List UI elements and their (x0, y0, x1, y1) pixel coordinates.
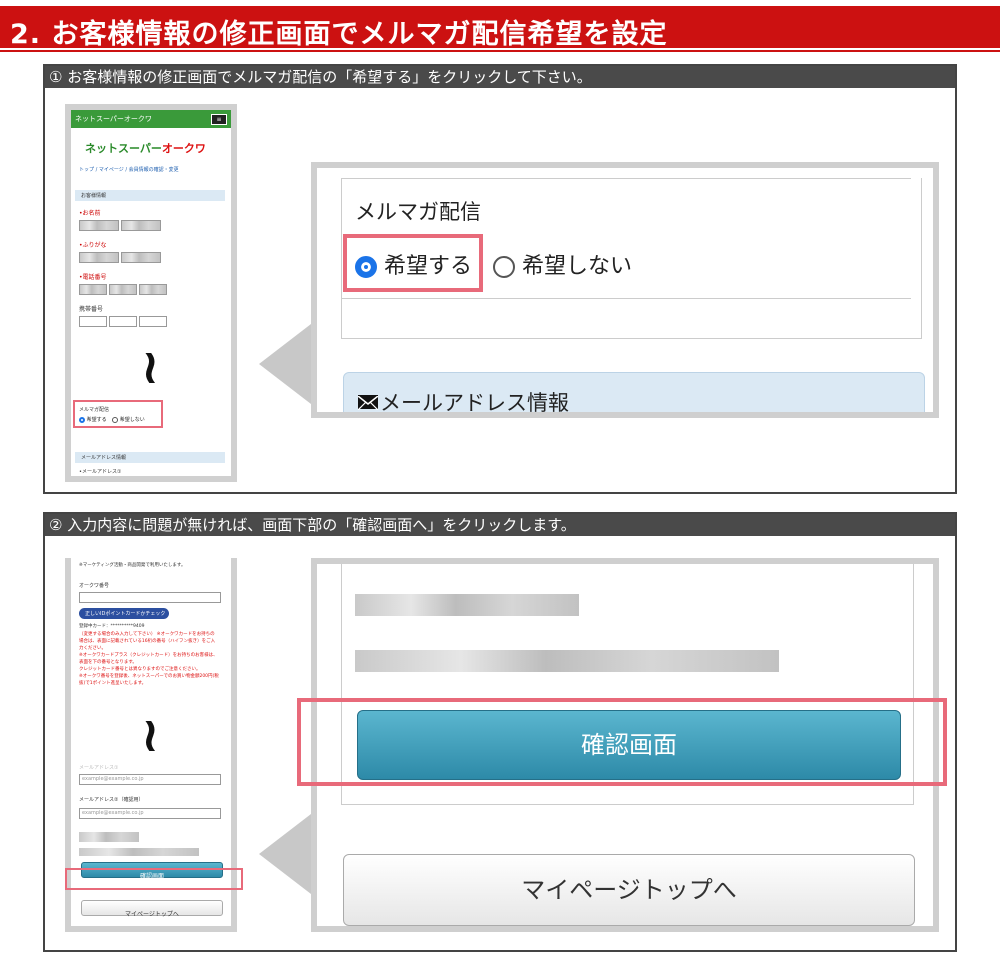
customer-section-header: お客様情報 (75, 190, 225, 201)
mail-section-title: メールアドレス情報 (81, 455, 127, 461)
header-underline (0, 50, 1000, 52)
step2-callout-arrow (259, 814, 311, 894)
step1-panel: ① お客様情報の修正画面でメルマガ配信の「希望する」をクリックして下さい。 ネッ… (43, 64, 957, 494)
registered-card: 登録中カード：**********9409 (79, 624, 145, 629)
mail1-field[interactable]: example@example.co.jp (79, 774, 221, 785)
name-field-1[interactable] (79, 220, 119, 231)
mypage-button-label: マイページトップへ (125, 911, 179, 918)
omission-squiggle: ~ (123, 715, 180, 757)
card-notes: （変更する場合のみ入力して下さい） ※オークワカードをお持ちの場合は、表面に記載… (79, 631, 219, 687)
customer-section-title: お客様情報 (81, 193, 107, 199)
blurred-info-1 (79, 832, 139, 842)
omission-squiggle: ~ (123, 347, 180, 389)
label-card: オークワ番号 (79, 583, 110, 589)
step1-callout-arrow (259, 324, 311, 404)
zoom-mypage-button[interactable]: マイページトップへ (343, 854, 915, 926)
label-mail1: •メールアドレス① (79, 469, 122, 475)
mobile-field-2[interactable] (109, 316, 137, 327)
mail-section-header: メールアドレス情報 (75, 452, 225, 463)
card-field[interactable] (79, 592, 221, 603)
zoom-radio-no-icon[interactable] (493, 256, 516, 278)
card-check-label: 正しいIDポイントカードかチェック (85, 611, 166, 617)
page-title: 2. お客様情報の修正画面でメルマガ配信希望を設定 (10, 19, 668, 50)
phone-header-title: ネットスーパーオークワ (75, 115, 152, 123)
label-name: •お名前 (79, 210, 101, 217)
label-kana: •ふりがな (79, 242, 107, 249)
step1-zoom-panel: メルマガ配信 希望する 希望しない メールアドレス情報 (311, 162, 939, 418)
zoom-blurred-info-1 (355, 594, 579, 616)
label-mail1: メールアドレス① (79, 765, 119, 771)
card-note-4: ※オークワ番号を登録後、ネットスーパーでのお買い物金額200円(税抜)で1ポイン… (79, 674, 219, 686)
logo-part1: ネットスーパー (85, 142, 162, 155)
phone-field-3[interactable] (139, 284, 167, 295)
zoom-mailmag-options: 希望する 希望しない (355, 248, 632, 280)
zoom-form-bottom (341, 338, 922, 339)
envelope-icon (357, 395, 379, 411)
mypage-button[interactable]: マイページトップへ (81, 900, 223, 918)
phone-field-2[interactable] (109, 284, 137, 295)
zoom-opt-yes[interactable]: 希望する (384, 254, 472, 279)
name-field-2[interactable] (121, 220, 161, 231)
top-note: ※マーケティング活動・商品開発で利用いたします。 (79, 563, 186, 568)
mail2-field[interactable]: example@example.co.jp (79, 808, 221, 819)
step1-instruction: ① お客様情報の修正画面でメルマガ配信の「希望する」をクリックして下さい。 (45, 66, 955, 88)
label-mail2: メールアドレス②（確認用） (79, 797, 144, 803)
zoom-radio-yes-icon[interactable] (355, 256, 377, 278)
page-header: 2. お客様情報の修正画面でメルマガ配信希望を設定 (0, 6, 1000, 50)
mail1-placeholder: example@example.co.jp (82, 776, 144, 782)
card-note-1: （変更する場合のみ入力して下さい） ※オークワカードをお持ちの場合は、表面に記載… (79, 632, 216, 651)
zoom-mypage-label: マイページトップへ (521, 876, 737, 904)
zoom-confirm-highlight (297, 698, 947, 786)
blurred-info-2 (79, 848, 199, 856)
kana-field-1[interactable] (79, 252, 119, 263)
label-phone: •電話番号 (79, 274, 107, 281)
confirm-highlight (65, 868, 243, 890)
zoom-options-divider (341, 298, 911, 299)
step2-panel: ② 入力内容に問題が無ければ、画面下部の「確認画面へ」をクリックします。 ※マー… (43, 512, 957, 952)
kana-field-2[interactable] (121, 252, 161, 263)
mailmag-highlight (73, 400, 163, 428)
step2-instruction: ② 入力内容に問題が無ければ、画面下部の「確認画面へ」をクリックします。 (45, 514, 955, 536)
card-check-button[interactable]: 正しいIDポイントカードかチェック (79, 608, 169, 619)
zoom-form-right-border (921, 178, 922, 338)
mobile-field-1[interactable] (79, 316, 107, 327)
phone-field-1[interactable] (79, 284, 107, 295)
mail2-placeholder: example@example.co.jp (82, 810, 144, 816)
zoom-mail-section: メールアドレス情報 (343, 372, 925, 415)
step1-phone-mockup: ネットスーパーオークワ ≡ ネットスーパーオークワ トップ / マイページ / … (65, 104, 237, 482)
zoom-mail-section-title: メールアドレス情報 (380, 391, 569, 415)
zoom-blurred-info-2 (355, 650, 779, 672)
zoom-form-left-border (341, 178, 342, 338)
logo-part2: オークワ (161, 142, 206, 155)
zoom-opt-no[interactable]: 希望しない (522, 254, 632, 279)
card-note-2: ※オークワカードプラス（クレジットカード）をお持ちのお客様は、表面を下の番号とな… (79, 653, 218, 665)
zoom-top-divider (341, 178, 911, 179)
zoom-mailmag-label: メルマガ配信 (355, 200, 481, 224)
label-mobile: 携帯番号 (79, 306, 104, 313)
zoom-form-bottom (341, 804, 914, 805)
card-note-3: クレジットカード番号とは異なりますのでご注意ください。 (79, 667, 201, 672)
phone-header-bar: ネットスーパーオークワ ≡ (71, 110, 231, 128)
menu-icon[interactable]: ≡ (211, 114, 227, 125)
mobile-field-3[interactable] (139, 316, 167, 327)
phone-logo: ネットスーパーオークワ (85, 140, 206, 156)
breadcrumb[interactable]: トップ / マイページ / 会員情報の確認・変更 (79, 166, 179, 173)
